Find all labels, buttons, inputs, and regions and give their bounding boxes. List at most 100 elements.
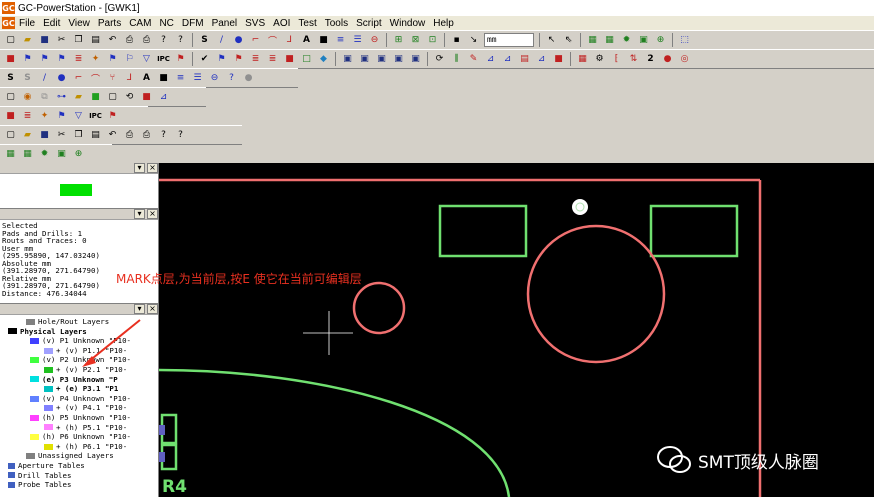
pad-icon[interactable]: ● bbox=[232, 34, 245, 47]
tree-item-p1[interactable]: (v) P1 Unknown "P10- bbox=[2, 336, 158, 346]
check-icon[interactable]: ✔ bbox=[198, 53, 211, 66]
rectangle-icon[interactable]: ■ bbox=[317, 34, 330, 47]
menu-help[interactable]: Help bbox=[433, 18, 454, 29]
flag-blue-icon[interactable]: ⚑ bbox=[215, 53, 228, 66]
tree-item-p6-1[interactable]: + (h) P6.1 "P10- bbox=[2, 442, 158, 452]
close-icon[interactable]: × bbox=[147, 209, 158, 219]
bars-icon[interactable]: ≡ bbox=[334, 34, 347, 47]
tree-item-p2[interactable]: (v) P2 Unknown "P10- bbox=[2, 355, 158, 365]
menu-tools[interactable]: Tools bbox=[325, 18, 348, 29]
new-file-icon[interactable]: ▢ bbox=[4, 91, 17, 104]
target-icon[interactable]: ◎ bbox=[678, 53, 691, 66]
menu-edit[interactable]: Edit bbox=[43, 18, 60, 29]
chart-icon[interactable]: ⊿ bbox=[157, 91, 170, 104]
tree-item-p6[interactable]: (h) P6 Unknown "P10- bbox=[2, 432, 158, 442]
print-preview-icon[interactable]: ⎙ bbox=[123, 129, 136, 142]
flag-x-icon[interactable]: ⚐ bbox=[123, 53, 136, 66]
bars-green-icon[interactable]: ⫼ bbox=[450, 53, 463, 66]
circle-minus-icon[interactable]: ⊖ bbox=[208, 72, 221, 85]
red-square-icon[interactable]: ■ bbox=[283, 53, 296, 66]
line-icon[interactable]: / bbox=[215, 34, 228, 47]
board-icon[interactable]: ▢ bbox=[106, 91, 119, 104]
split-icon[interactable]: ⑂ bbox=[106, 72, 119, 85]
measure-icon[interactable]: ↘ bbox=[467, 34, 480, 47]
copy-icon[interactable]: ❐ bbox=[72, 34, 85, 47]
stack-icon[interactable]: ☰ bbox=[351, 34, 364, 47]
panel-4-icon[interactable]: ▣ bbox=[392, 53, 405, 66]
cam-icon[interactable]: ◉ bbox=[21, 91, 34, 104]
chart-icon[interactable]: ⊿ bbox=[484, 53, 497, 66]
zoom-box-icon[interactable]: ⊠ bbox=[409, 34, 422, 47]
rotate-icon[interactable]: ⟲ bbox=[123, 91, 136, 104]
units-combo[interactable]: mm bbox=[484, 33, 534, 47]
menu-cam[interactable]: CAM bbox=[129, 18, 151, 29]
document-icon[interactable]: GC bbox=[2, 17, 15, 29]
tree-item-drill[interactable]: Drill Tables bbox=[2, 471, 158, 481]
tree-item-p1-1[interactable]: + (v) P1.1 "P10- bbox=[2, 346, 158, 356]
flag-check-icon[interactable]: ⚑ bbox=[55, 110, 68, 123]
menu-test[interactable]: Test bbox=[298, 18, 316, 29]
menu-panel[interactable]: Panel bbox=[212, 18, 238, 29]
panel-5-icon[interactable]: ▣ bbox=[409, 53, 422, 66]
undo-icon[interactable]: ↶ bbox=[106, 34, 119, 47]
tree-item-p5-1[interactable]: + (h) P5.1 "P10- bbox=[2, 423, 158, 433]
undo-icon[interactable]: ↶ bbox=[106, 129, 119, 142]
stack-icon[interactable]: ≣ bbox=[249, 53, 262, 66]
red-square-icon[interactable]: ■ bbox=[140, 91, 153, 104]
text-icon[interactable]: A bbox=[300, 34, 313, 47]
minimize-icon[interactable]: ▾ bbox=[134, 209, 145, 219]
stack-icon[interactable]: ☰ bbox=[191, 72, 204, 85]
corner-icon[interactable]: ⅃ bbox=[283, 34, 296, 47]
route-icon[interactable]: ⇅ bbox=[627, 53, 640, 66]
tree-item-hole-rout[interactable]: Hole/Rout Layers bbox=[2, 317, 158, 327]
drop-icon[interactable]: ◆ bbox=[317, 53, 330, 66]
toggle-icon[interactable]: ● bbox=[242, 72, 255, 85]
arc-icon[interactable]: ⌒ bbox=[266, 34, 279, 47]
filter-icon[interactable]: ▽ bbox=[72, 110, 85, 123]
wand-icon[interactable]: ✦ bbox=[38, 110, 51, 123]
bracket-icon[interactable]: ⁅ bbox=[610, 53, 623, 66]
trace-icon[interactable]: ⌐ bbox=[249, 34, 262, 47]
text-icon[interactable]: A bbox=[140, 72, 153, 85]
menu-parts[interactable]: Parts bbox=[98, 18, 121, 29]
search-board-icon[interactable]: ⊕ bbox=[654, 34, 667, 47]
ipc-icon[interactable]: IPC bbox=[89, 110, 102, 123]
grid-icon[interactable]: ▦ bbox=[4, 148, 17, 161]
context-help-icon[interactable]: ? bbox=[174, 34, 187, 47]
flag-check-icon[interactable]: ⚑ bbox=[55, 53, 68, 66]
panel-2-icon[interactable]: ▣ bbox=[358, 53, 371, 66]
help-icon[interactable]: ? bbox=[157, 34, 170, 47]
tree-item-p3[interactable]: (e) P3 Unknown "P bbox=[2, 375, 158, 385]
wand-icon[interactable]: ✦ bbox=[89, 53, 102, 66]
filter-icon[interactable]: ▽ bbox=[140, 53, 153, 66]
pointer-select-icon[interactable]: ⇖ bbox=[562, 34, 575, 47]
grid-alt-icon[interactable]: ▦ bbox=[21, 148, 34, 161]
open-folder-icon[interactable]: ▰ bbox=[21, 34, 34, 47]
close-icon[interactable]: × bbox=[147, 304, 158, 314]
green-square-icon[interactable]: □ bbox=[300, 53, 313, 66]
layers-icon[interactable]: ⧉ bbox=[38, 91, 51, 104]
red-layer-icon[interactable]: ■ bbox=[4, 53, 17, 66]
flag-alt-icon[interactable]: ⚑ bbox=[106, 53, 119, 66]
open-folder-icon[interactable]: ▰ bbox=[21, 129, 34, 142]
tree-item-probe[interactable]: Probe Tables bbox=[2, 480, 158, 490]
grid-icon[interactable]: ▦ bbox=[586, 34, 599, 47]
chip-icon[interactable]: ✹ bbox=[38, 148, 51, 161]
zoom-fit-icon[interactable]: ⊡ bbox=[426, 34, 439, 47]
chart-alt-icon[interactable]: ⊿ bbox=[501, 53, 514, 66]
ipc-icon[interactable]: IPC bbox=[157, 53, 170, 66]
trace-icon[interactable]: ⌐ bbox=[72, 72, 85, 85]
bars-icon[interactable]: ≡ bbox=[174, 72, 187, 85]
tree-item-physical[interactable]: Physical Layers bbox=[2, 327, 158, 337]
plot-icon[interactable]: ⊿ bbox=[535, 53, 548, 66]
new-file-icon[interactable]: ▢ bbox=[4, 34, 17, 47]
paste-icon[interactable]: ▤ bbox=[89, 129, 102, 142]
cut-icon[interactable]: ✂ bbox=[55, 34, 68, 47]
panel-1-icon[interactable]: ▣ bbox=[341, 53, 354, 66]
red-block-icon[interactable]: ■ bbox=[552, 53, 565, 66]
board-icon[interactable]: ▣ bbox=[55, 148, 68, 161]
circle-minus-icon[interactable]: ⊖ bbox=[368, 34, 381, 47]
point-icon[interactable]: ▪ bbox=[450, 34, 463, 47]
grid-red-icon[interactable]: ▦ bbox=[576, 53, 589, 66]
board-icon[interactable]: ▣ bbox=[637, 34, 650, 47]
